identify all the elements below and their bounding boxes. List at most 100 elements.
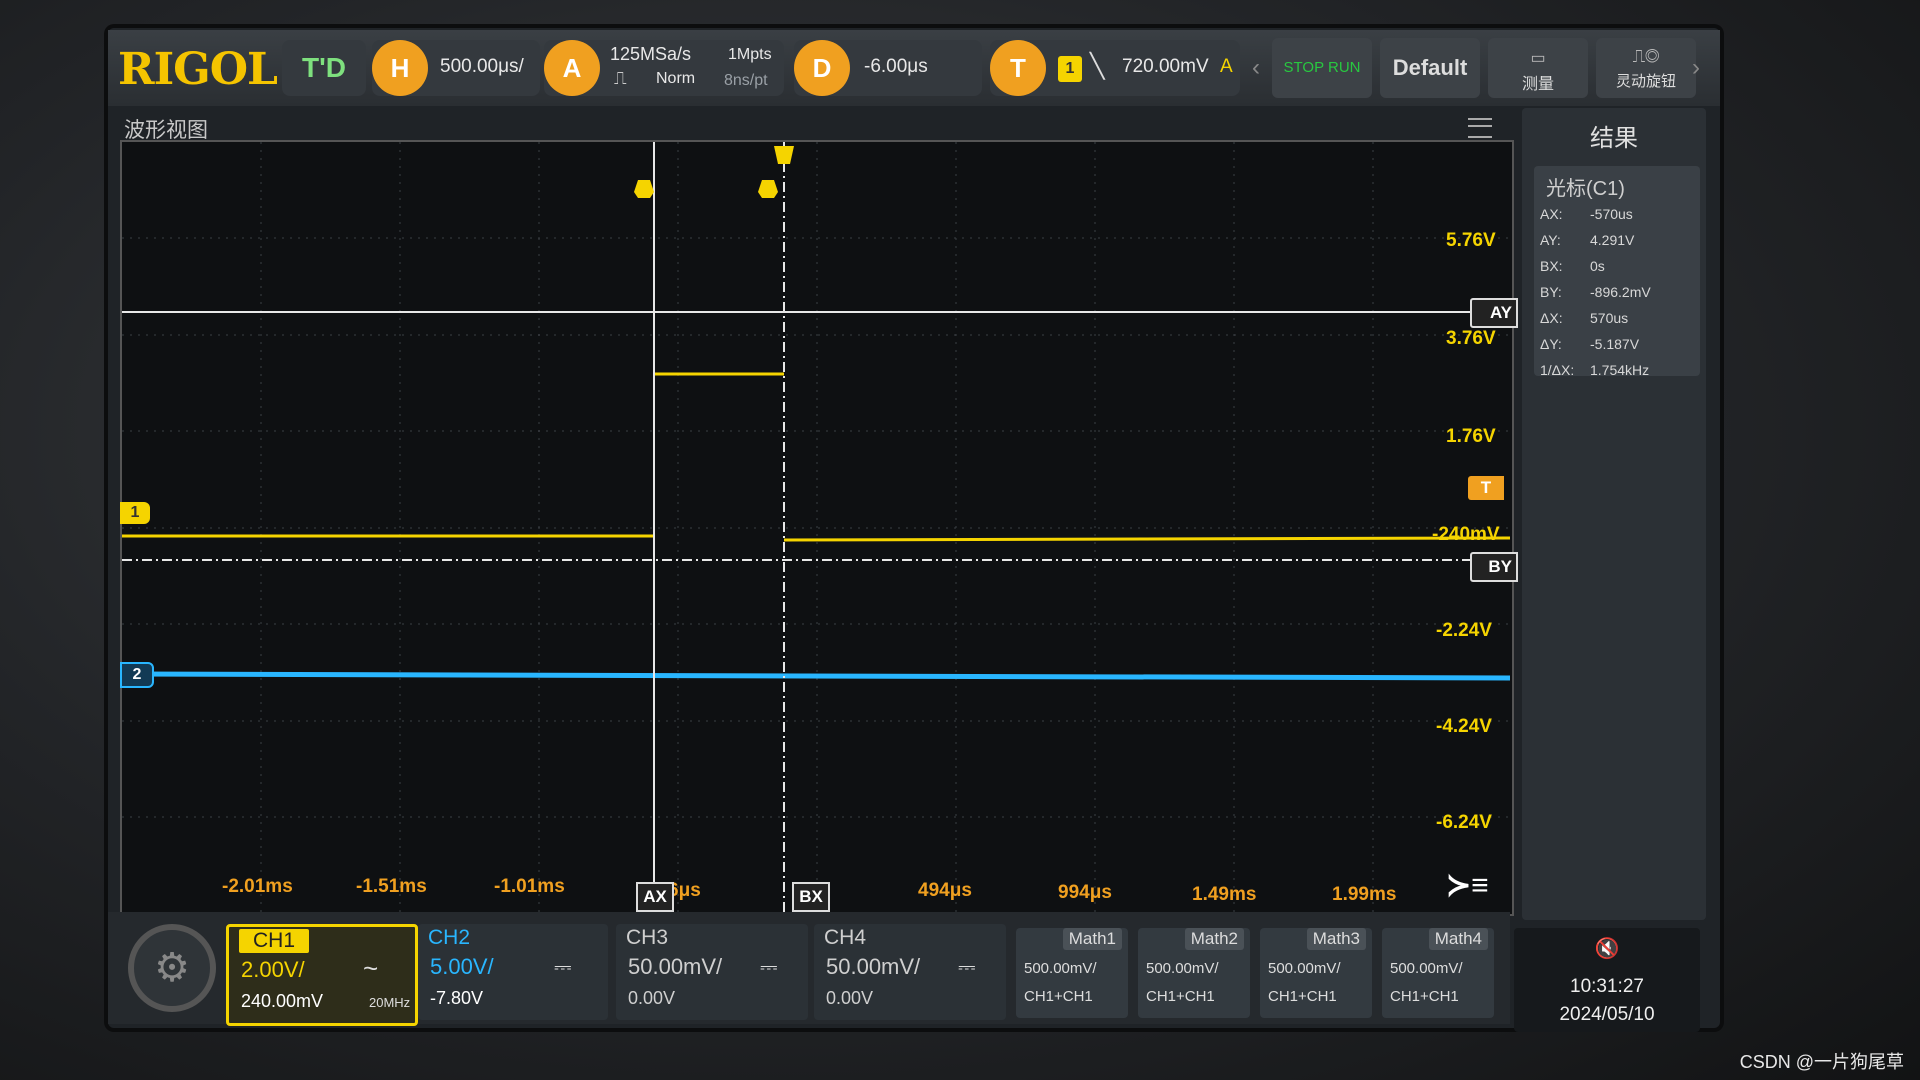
ch1-panel[interactable]: CH1 2.00V/ ~ 240.00mV 20MHz xyxy=(226,924,418,1026)
ch2-panel[interactable]: CH2 5.00V/ ⎓ -7.80V xyxy=(418,924,608,1020)
ch4-scale: 50.00mV/ xyxy=(826,954,921,979)
math1-source: CH1+CH1 xyxy=(1024,988,1093,1005)
ac-coupling-icon: ~ xyxy=(363,953,379,983)
waveform-svg xyxy=(122,142,1512,914)
flex-knob-label: 灵动旋钮 xyxy=(1615,73,1676,90)
ch1-scale: 2.00V/ xyxy=(241,957,305,982)
flex-knob-button[interactable]: ⎍◎ 灵动旋钮 xyxy=(1596,38,1696,98)
math1-panel[interactable]: Math1 500.00mV/ CH1+CH1 xyxy=(1016,928,1128,1018)
time-label: -2.01ms xyxy=(222,876,293,897)
result-row-dx: ΔX: 570us xyxy=(1540,310,1628,326)
math4-source: CH1+CH1 xyxy=(1390,988,1459,1005)
ch4-name: CH4 xyxy=(824,926,867,949)
speaker-muted-icon[interactable]: 🔇 xyxy=(1514,936,1700,961)
result-value: 570us xyxy=(1590,310,1629,326)
scroll-left-icon[interactable]: ‹ xyxy=(1252,54,1260,82)
math2-source: CH1+CH1 xyxy=(1146,988,1215,1005)
acquire-badge: A xyxy=(544,40,600,96)
volt-label: -240mV xyxy=(1432,524,1500,545)
brand-logo: RIGOL xyxy=(118,44,278,95)
result-row-ax: AX: -570us xyxy=(1540,206,1633,222)
result-key: BY: xyxy=(1540,284,1562,300)
result-value: 1.754kHz xyxy=(1590,362,1650,378)
default-button[interactable]: Default xyxy=(1380,38,1480,98)
knob-icon: ⎍◎ xyxy=(1632,46,1660,66)
stop-run-button[interactable]: STOP RUN xyxy=(1272,38,1372,98)
math2-panel[interactable]: Math2 500.00mV/ CH1+CH1 xyxy=(1138,928,1250,1018)
result-row-dy: ΔY: -5.187V xyxy=(1540,336,1639,352)
result-value: -570us xyxy=(1590,206,1633,222)
result-row-bx: BX: 0s xyxy=(1540,258,1605,274)
math3-source: CH1+CH1 xyxy=(1268,988,1337,1005)
trigger-position-marker xyxy=(774,146,794,164)
result-row-by: BY: -896.2mV xyxy=(1540,284,1651,300)
volt-label: 1.76V xyxy=(1446,426,1496,447)
time-label: 494μs xyxy=(918,880,972,901)
result-key: 1/ΔX: xyxy=(1540,362,1575,378)
results-title: 结果 xyxy=(1590,125,1638,152)
math4-scale: 500.00mV/ xyxy=(1390,960,1463,977)
cursor-2-tag xyxy=(758,180,778,198)
ch4-panel[interactable]: CH4 50.00mV/ ⎓ 0.00V xyxy=(814,924,1006,1020)
clock-panel: 🔇 10:31:27 2024/05/10 xyxy=(1514,928,1700,1032)
ch3-scale: 50.00mV/ xyxy=(628,954,723,979)
ch2-offset: -7.80V xyxy=(430,988,484,1008)
result-key: ΔY: xyxy=(1540,336,1562,352)
time-label: -1.01ms xyxy=(494,876,565,897)
result-row-freq: 1/ΔX: 1.754kHz xyxy=(1540,362,1649,378)
trigger-level-marker[interactable]: T xyxy=(1468,476,1504,500)
ch2-name: CH2 xyxy=(428,926,471,949)
cursor-by-tag[interactable]: BY xyxy=(1470,552,1518,582)
math4-panel[interactable]: Math4 500.00mV/ CH1+CH1 xyxy=(1382,928,1494,1018)
ch2-offset-marker[interactable]: 2 xyxy=(120,662,154,688)
result-value: -5.187V xyxy=(1590,336,1640,352)
math2-name: Math2 xyxy=(1184,928,1244,950)
math3-panel[interactable]: Math3 500.00mV/ CH1+CH1 xyxy=(1260,928,1372,1018)
dc-coupling-icon: ⎓ xyxy=(958,954,976,979)
delay-value: -6.00μs xyxy=(864,56,928,77)
result-key: ΔX: xyxy=(1540,310,1563,326)
clock-date: 2024/05/10 xyxy=(1559,1004,1655,1025)
trigger-mode: A xyxy=(1220,56,1233,77)
navigation-menu-icon[interactable]: ≻≡ xyxy=(1446,868,1489,903)
pulse-icon: ⎍ xyxy=(614,68,627,88)
clock-time: 10:31:27 xyxy=(1570,976,1644,997)
time-label: 1.99ms xyxy=(1332,884,1397,905)
dc-coupling-icon: ⎓ xyxy=(760,954,778,979)
result-value: 4.291V xyxy=(1590,232,1635,248)
run-status[interactable]: T'D xyxy=(282,40,366,96)
result-key: AX: xyxy=(1540,206,1563,222)
ch3-name: CH3 xyxy=(626,926,669,949)
cursor-ay-tag[interactable]: AY xyxy=(1470,298,1518,328)
ch2-trace xyxy=(131,671,1511,681)
time-label: -1.51ms xyxy=(356,876,427,897)
math3-scale: 500.00mV/ xyxy=(1268,960,1341,977)
ch4-offset: 0.00V xyxy=(826,988,874,1008)
volt-label: 5.76V xyxy=(1446,230,1496,251)
watermark: CSDN @一片狗尾草 xyxy=(1739,1052,1904,1072)
measure-label: 测量 xyxy=(1521,76,1554,93)
gear-icon[interactable]: ⚙ xyxy=(128,924,216,1012)
memory-depth: 1Mpts xyxy=(728,46,772,63)
result-value: 0s xyxy=(1590,258,1605,274)
ch3-panel[interactable]: CH3 50.00mV/ ⎓ 0.00V xyxy=(616,924,808,1020)
scroll-right-icon[interactable]: › xyxy=(1692,54,1700,82)
timebase-value: 500.00μs/ xyxy=(440,56,524,77)
ch2-scale: 5.00V/ xyxy=(430,954,494,979)
volt-label: -4.24V xyxy=(1436,716,1492,737)
ch1-offset-marker[interactable]: 1 xyxy=(120,502,150,524)
acquire-mode: Norm xyxy=(656,70,696,87)
measure-button[interactable]: ▭ 测量 xyxy=(1488,38,1588,98)
menu-icon[interactable] xyxy=(1468,118,1492,138)
cursor-ax-tag[interactable]: AX xyxy=(636,882,674,912)
cursor-bx-tag[interactable]: BX xyxy=(792,882,830,912)
time-per-point: 8ns/pt xyxy=(724,72,768,89)
math1-scale: 500.00mV/ xyxy=(1024,960,1097,977)
cursor-results-heading: 光标(C1) xyxy=(1546,178,1625,200)
volt-label: -2.24V xyxy=(1436,620,1492,641)
ch1-name: CH1 xyxy=(239,929,310,953)
ruler-icon: ▭ xyxy=(1530,50,1546,67)
dc-coupling-icon: ⎓ xyxy=(554,954,572,979)
waveform-plot[interactable] xyxy=(120,140,1514,916)
time-label: 1.49ms xyxy=(1192,884,1257,905)
